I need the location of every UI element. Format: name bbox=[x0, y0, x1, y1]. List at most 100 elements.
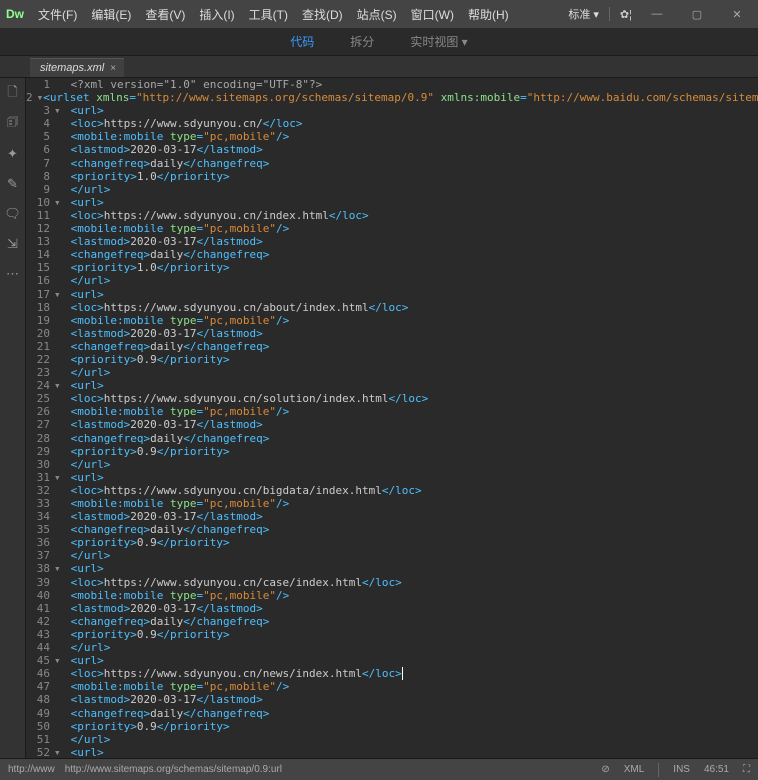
code-line[interactable]: 16 </url> bbox=[26, 274, 758, 287]
code-content[interactable]: <mobile:mobile type="pc,mobile"/> bbox=[64, 222, 758, 235]
code-content[interactable]: <mobile:mobile type="pc,mobile"/> bbox=[64, 405, 758, 418]
fold-toggle[interactable]: ▾ bbox=[54, 379, 64, 392]
menu-5[interactable]: 查找(D) bbox=[296, 2, 349, 27]
code-content[interactable]: <loc>https://www.sdyunyou.cn/news/index.… bbox=[64, 667, 758, 680]
code-line[interactable]: 12 <mobile:mobile type="pc,mobile"/> bbox=[26, 222, 758, 235]
code-line[interactable]: 32 <loc>https://www.sdyunyou.cn/bigdata/… bbox=[26, 484, 758, 497]
code-content[interactable]: <url> bbox=[64, 746, 758, 758]
code-line[interactable]: 33 <mobile:mobile type="pc,mobile"/> bbox=[26, 497, 758, 510]
code-line[interactable]: 39 <loc>https://www.sdyunyou.cn/case/ind… bbox=[26, 576, 758, 589]
code-line[interactable]: 13 <lastmod>2020-03-17</lastmod> bbox=[26, 235, 758, 248]
menu-4[interactable]: 工具(T) bbox=[243, 2, 294, 27]
fold-toggle[interactable]: ▾ bbox=[54, 288, 64, 301]
code-line[interactable]: 52▾ <url> bbox=[26, 746, 758, 758]
workspace-dropdown[interactable]: 标准▾ bbox=[568, 6, 599, 22]
menu-2[interactable]: 查看(V) bbox=[139, 2, 191, 27]
code-line[interactable]: 18 <loc>https://www.sdyunyou.cn/about/in… bbox=[26, 301, 758, 314]
fold-toggle[interactable]: ▾ bbox=[54, 654, 64, 667]
code-line[interactable]: 11 <loc>https://www.sdyunyou.cn/index.ht… bbox=[26, 209, 758, 222]
code-content[interactable]: <mobile:mobile type="pc,mobile"/> bbox=[64, 589, 758, 602]
code-content[interactable]: <priority>0.9</priority> bbox=[64, 536, 758, 549]
code-content[interactable]: <loc>https://www.sdyunyou.cn/index.html<… bbox=[64, 209, 758, 222]
code-line[interactable]: 45▾ <url> bbox=[26, 654, 758, 667]
code-editor[interactable]: 1 <?xml version="1.0" encoding="UTF-8"?>… bbox=[26, 78, 758, 758]
code-content[interactable]: <priority>0.9</priority> bbox=[64, 720, 758, 733]
code-content[interactable]: <url> bbox=[64, 562, 758, 575]
code-content[interactable]: <mobile:mobile type="pc,mobile"/> bbox=[64, 314, 758, 327]
code-line[interactable]: 29 <priority>0.9</priority> bbox=[26, 445, 758, 458]
fold-toggle[interactable]: ▾ bbox=[37, 91, 44, 104]
fold-toggle[interactable]: ▾ bbox=[54, 196, 64, 209]
code-content[interactable]: </url> bbox=[64, 274, 758, 287]
view-split[interactable]: 拆分 bbox=[342, 29, 382, 54]
status-path-root[interactable]: http://www bbox=[8, 764, 55, 775]
code-content[interactable]: <mobile:mobile type="pc,mobile"/> bbox=[64, 680, 758, 693]
code-line[interactable]: 35 <changefreq>daily</changefreq> bbox=[26, 523, 758, 536]
code-content[interactable]: <loc>https://www.sdyunyou.cn/solution/in… bbox=[64, 392, 758, 405]
code-line[interactable]: 26 <mobile:mobile type="pc,mobile"/> bbox=[26, 405, 758, 418]
code-content[interactable]: <loc>https://www.sdyunyou.cn/case/index.… bbox=[64, 576, 758, 589]
more-icon[interactable]: ⋯ bbox=[5, 266, 21, 282]
code-line[interactable]: 41 <lastmod>2020-03-17</lastmod> bbox=[26, 602, 758, 615]
code-line[interactable]: 30 </url> bbox=[26, 458, 758, 471]
code-content[interactable]: <changefreq>daily</changefreq> bbox=[64, 707, 758, 720]
status-language[interactable]: XML bbox=[624, 764, 645, 775]
code-line[interactable]: 27 <lastmod>2020-03-17</lastmod> bbox=[26, 418, 758, 431]
fold-toggle[interactable]: ▾ bbox=[54, 471, 64, 484]
wand-icon[interactable]: ✦ bbox=[5, 146, 21, 162]
code-content[interactable]: <lastmod>2020-03-17</lastmod> bbox=[64, 510, 758, 523]
code-line[interactable]: 28 <changefreq>daily</changefreq> bbox=[26, 432, 758, 445]
menu-3[interactable]: 插入(I) bbox=[193, 2, 240, 27]
code-line[interactable]: 17▾ <url> bbox=[26, 288, 758, 301]
code-content[interactable]: <changefreq>daily</changefreq> bbox=[64, 432, 758, 445]
code-content[interactable]: <url> bbox=[64, 654, 758, 667]
menu-7[interactable]: 窗口(W) bbox=[405, 2, 460, 27]
expand-icon[interactable]: ⛶ bbox=[743, 764, 750, 775]
code-line[interactable]: 50 <priority>0.9</priority> bbox=[26, 720, 758, 733]
code-content[interactable]: <lastmod>2020-03-17</lastmod> bbox=[64, 235, 758, 248]
code-content[interactable]: <lastmod>2020-03-17</lastmod> bbox=[64, 693, 758, 706]
code-line[interactable]: 49 <changefreq>daily</changefreq> bbox=[26, 707, 758, 720]
code-content[interactable]: <loc>https://www.sdyunyou.cn/</loc> bbox=[64, 117, 758, 130]
menu-6[interactable]: 站点(S) bbox=[351, 2, 403, 27]
fold-toggle[interactable]: ▾ bbox=[54, 104, 64, 117]
fold-toggle[interactable]: ▾ bbox=[54, 562, 64, 575]
code-content[interactable]: <changefreq>daily</changefreq> bbox=[64, 248, 758, 261]
code-line[interactable]: 21 <changefreq>daily</changefreq> bbox=[26, 340, 758, 353]
code-content[interactable]: <priority>1.0</priority> bbox=[64, 261, 758, 274]
view-code[interactable]: 代码 bbox=[282, 29, 322, 54]
code-line[interactable]: 36 <priority>0.9</priority> bbox=[26, 536, 758, 549]
code-line[interactable]: 6 <lastmod>2020-03-17</lastmod> bbox=[26, 143, 758, 156]
fold-toggle[interactable]: ▾ bbox=[54, 746, 64, 758]
code-line[interactable]: 14 <changefreq>daily</changefreq> bbox=[26, 248, 758, 261]
code-content[interactable]: </url> bbox=[64, 641, 758, 654]
code-content[interactable]: <url> bbox=[64, 196, 758, 209]
code-content[interactable]: <lastmod>2020-03-17</lastmod> bbox=[64, 143, 758, 156]
manage-icon[interactable]: 🗊 bbox=[5, 116, 21, 132]
code-content[interactable]: <lastmod>2020-03-17</lastmod> bbox=[64, 418, 758, 431]
code-line[interactable]: 46 <loc>https://www.sdyunyou.cn/news/ind… bbox=[26, 667, 758, 680]
code-line[interactable]: 5 <mobile:mobile type="pc,mobile"/> bbox=[26, 130, 758, 143]
code-content[interactable]: <lastmod>2020-03-17</lastmod> bbox=[64, 327, 758, 340]
code-line[interactable]: 19 <mobile:mobile type="pc,mobile"/> bbox=[26, 314, 758, 327]
code-content[interactable]: </url> bbox=[64, 549, 758, 562]
code-content[interactable]: <url> bbox=[64, 471, 758, 484]
comment-icon[interactable]: 🗨 bbox=[5, 206, 21, 222]
code-line[interactable]: 34 <lastmod>2020-03-17</lastmod> bbox=[26, 510, 758, 523]
code-content[interactable]: <lastmod>2020-03-17</lastmod> bbox=[64, 602, 758, 615]
code-content[interactable]: <priority>1.0</priority> bbox=[64, 170, 758, 183]
code-line[interactable]: 42 <changefreq>daily</changefreq> bbox=[26, 615, 758, 628]
code-content[interactable]: <changefreq>daily</changefreq> bbox=[64, 340, 758, 353]
code-content[interactable]: </url> bbox=[64, 733, 758, 746]
error-icon[interactable]: ⊘ bbox=[601, 764, 609, 775]
code-line[interactable]: 10▾ <url> bbox=[26, 196, 758, 209]
code-content[interactable]: <?xml version="1.0" encoding="UTF-8"?> bbox=[64, 78, 758, 91]
code-content[interactable]: <urlset xmlns="http://www.sitemaps.org/s… bbox=[43, 91, 758, 104]
code-line[interactable]: 51 </url> bbox=[26, 733, 758, 746]
status-path-schema[interactable]: http://www.sitemaps.org/schemas/sitemap/… bbox=[65, 764, 282, 775]
menu-8[interactable]: 帮助(H) bbox=[462, 2, 515, 27]
collapse-icon[interactable]: ⇲ bbox=[5, 236, 21, 252]
minimize-button[interactable]: — bbox=[642, 4, 672, 24]
code-line[interactable]: 9 </url> bbox=[26, 183, 758, 196]
code-line[interactable]: 15 <priority>1.0</priority> bbox=[26, 261, 758, 274]
